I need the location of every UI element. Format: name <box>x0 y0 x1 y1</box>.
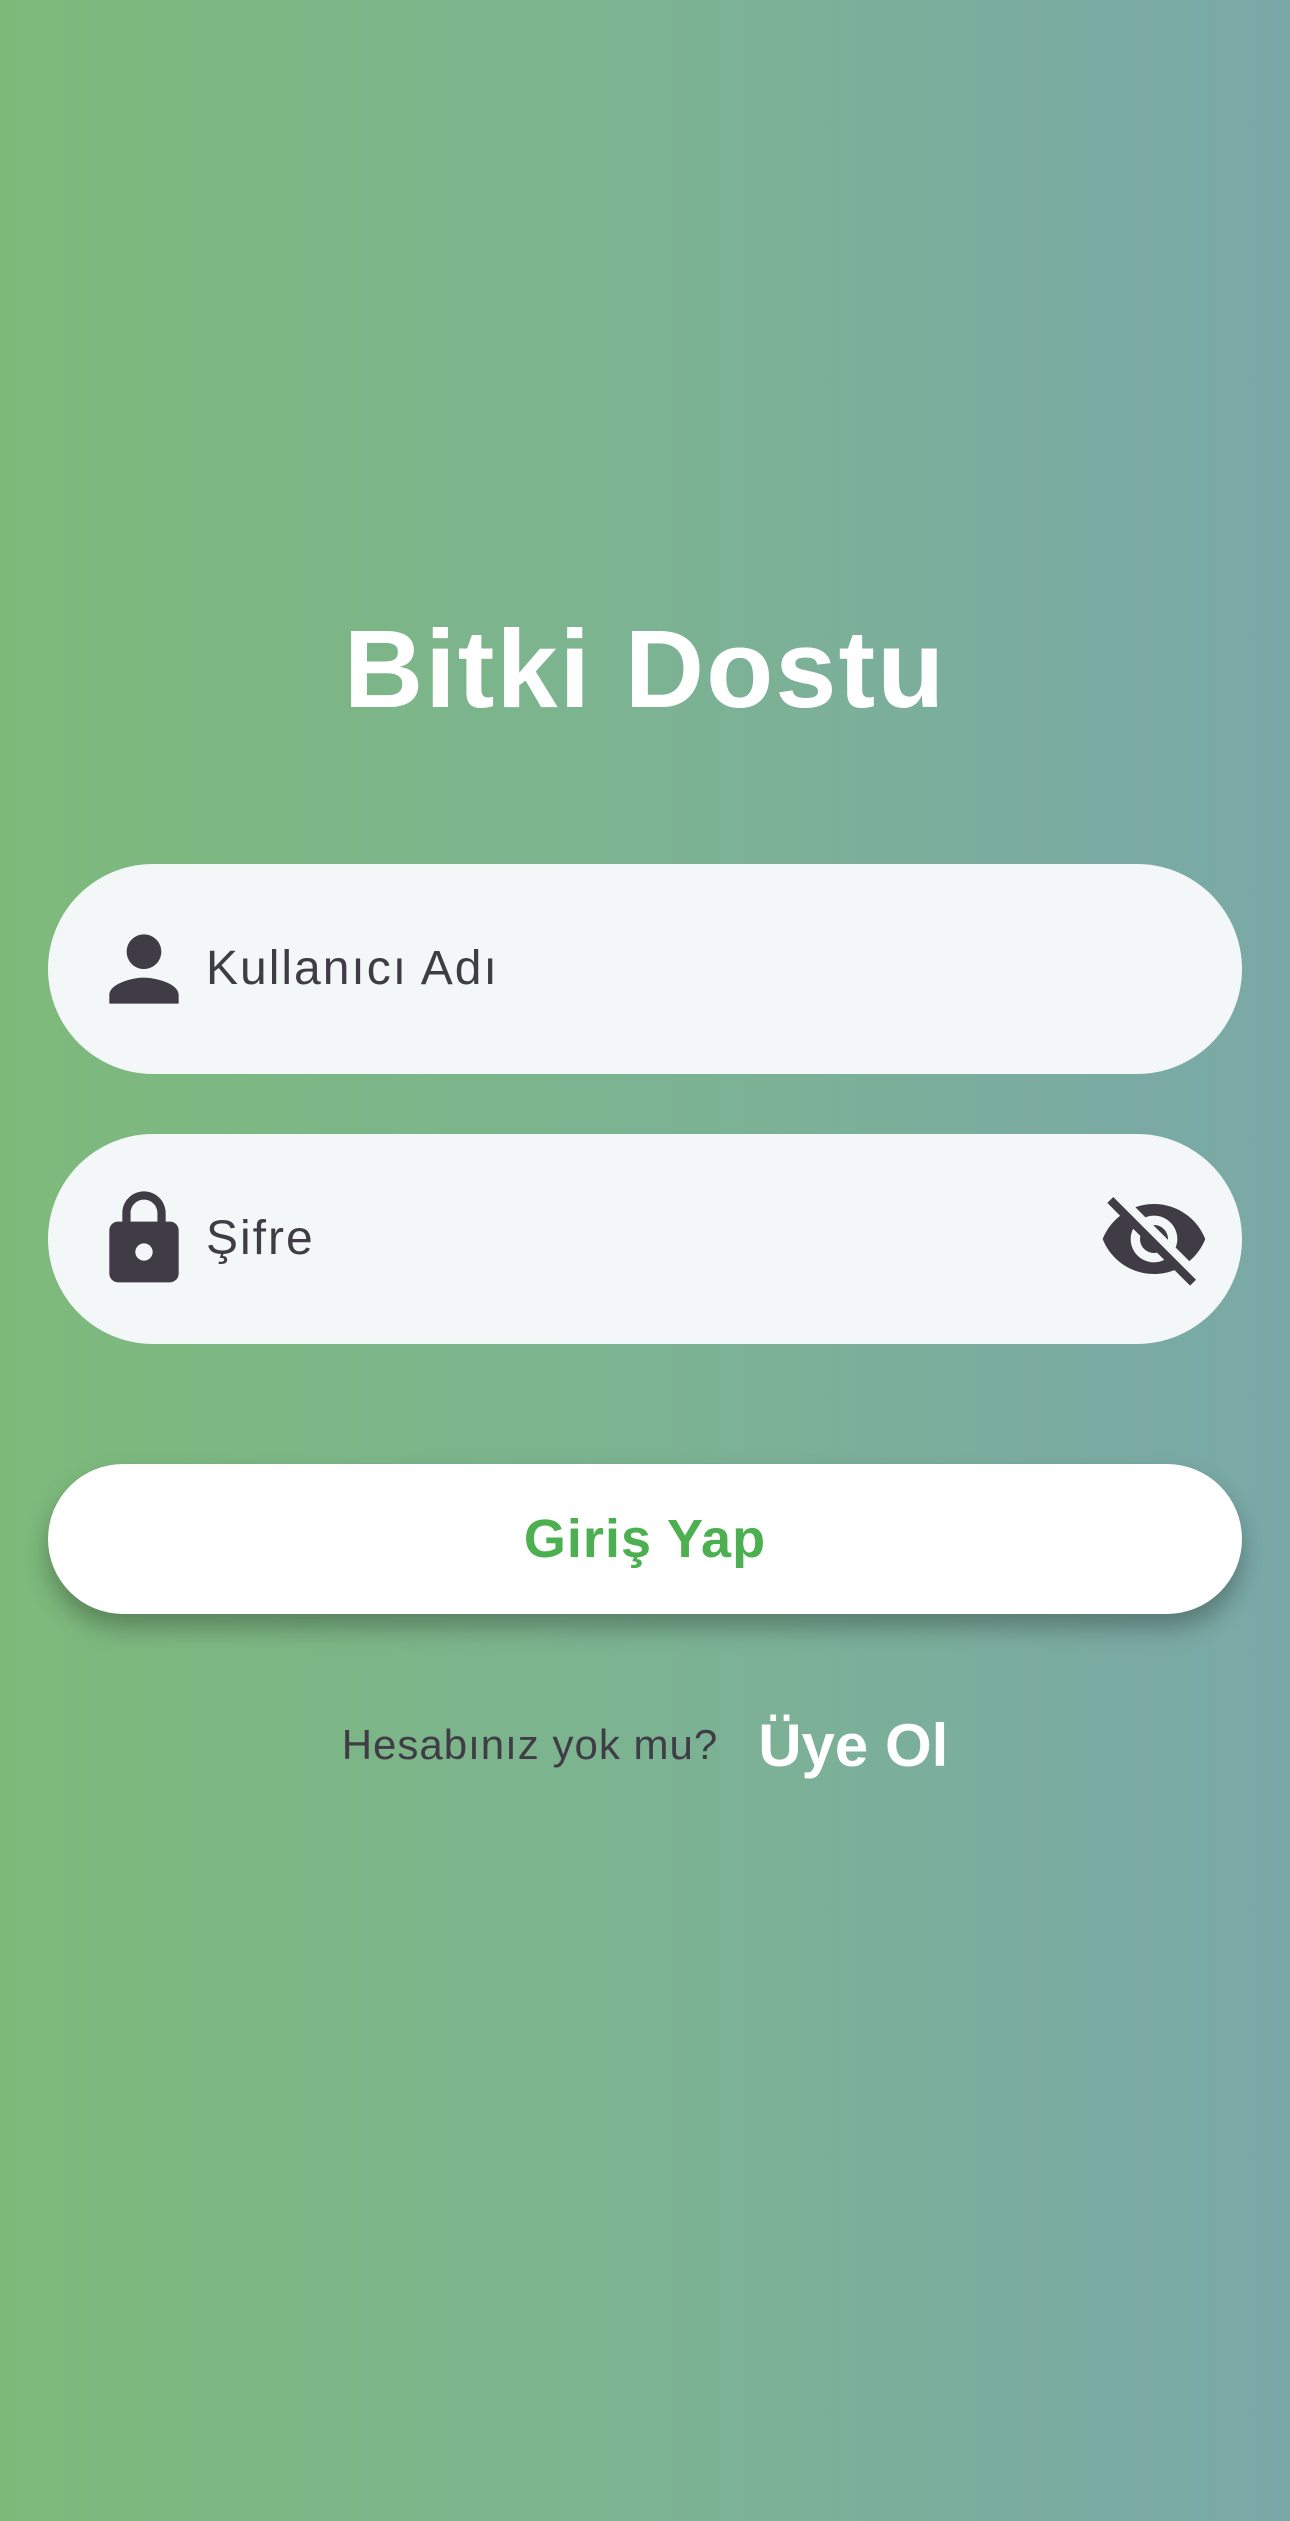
signup-row: Hesabınız yok mu? Üye Ol <box>0 1700 1290 1790</box>
username-placeholder[interactable]: Kullanıcı Adı <box>206 864 499 1074</box>
app-title: Bitki Dostu <box>343 608 947 731</box>
password-placeholder[interactable]: Şifre <box>206 1134 315 1344</box>
password-field[interactable]: Şifre <box>48 1134 1242 1344</box>
login-screen: Bitki Dostu Kullanıcı Adı Şifre Giriş Ya… <box>0 0 1290 2521</box>
signup-prompt: Hesabınız yok mu? <box>341 1721 719 1768</box>
login-button[interactable]: Giriş Yap <box>48 1464 1242 1614</box>
lock-icon <box>92 1187 196 1291</box>
username-field[interactable]: Kullanıcı Adı <box>48 864 1242 1074</box>
eye-off-icon[interactable] <box>1098 1183 1210 1295</box>
signup-link[interactable]: Üye Ol <box>758 1711 948 1780</box>
person-icon <box>92 917 196 1021</box>
